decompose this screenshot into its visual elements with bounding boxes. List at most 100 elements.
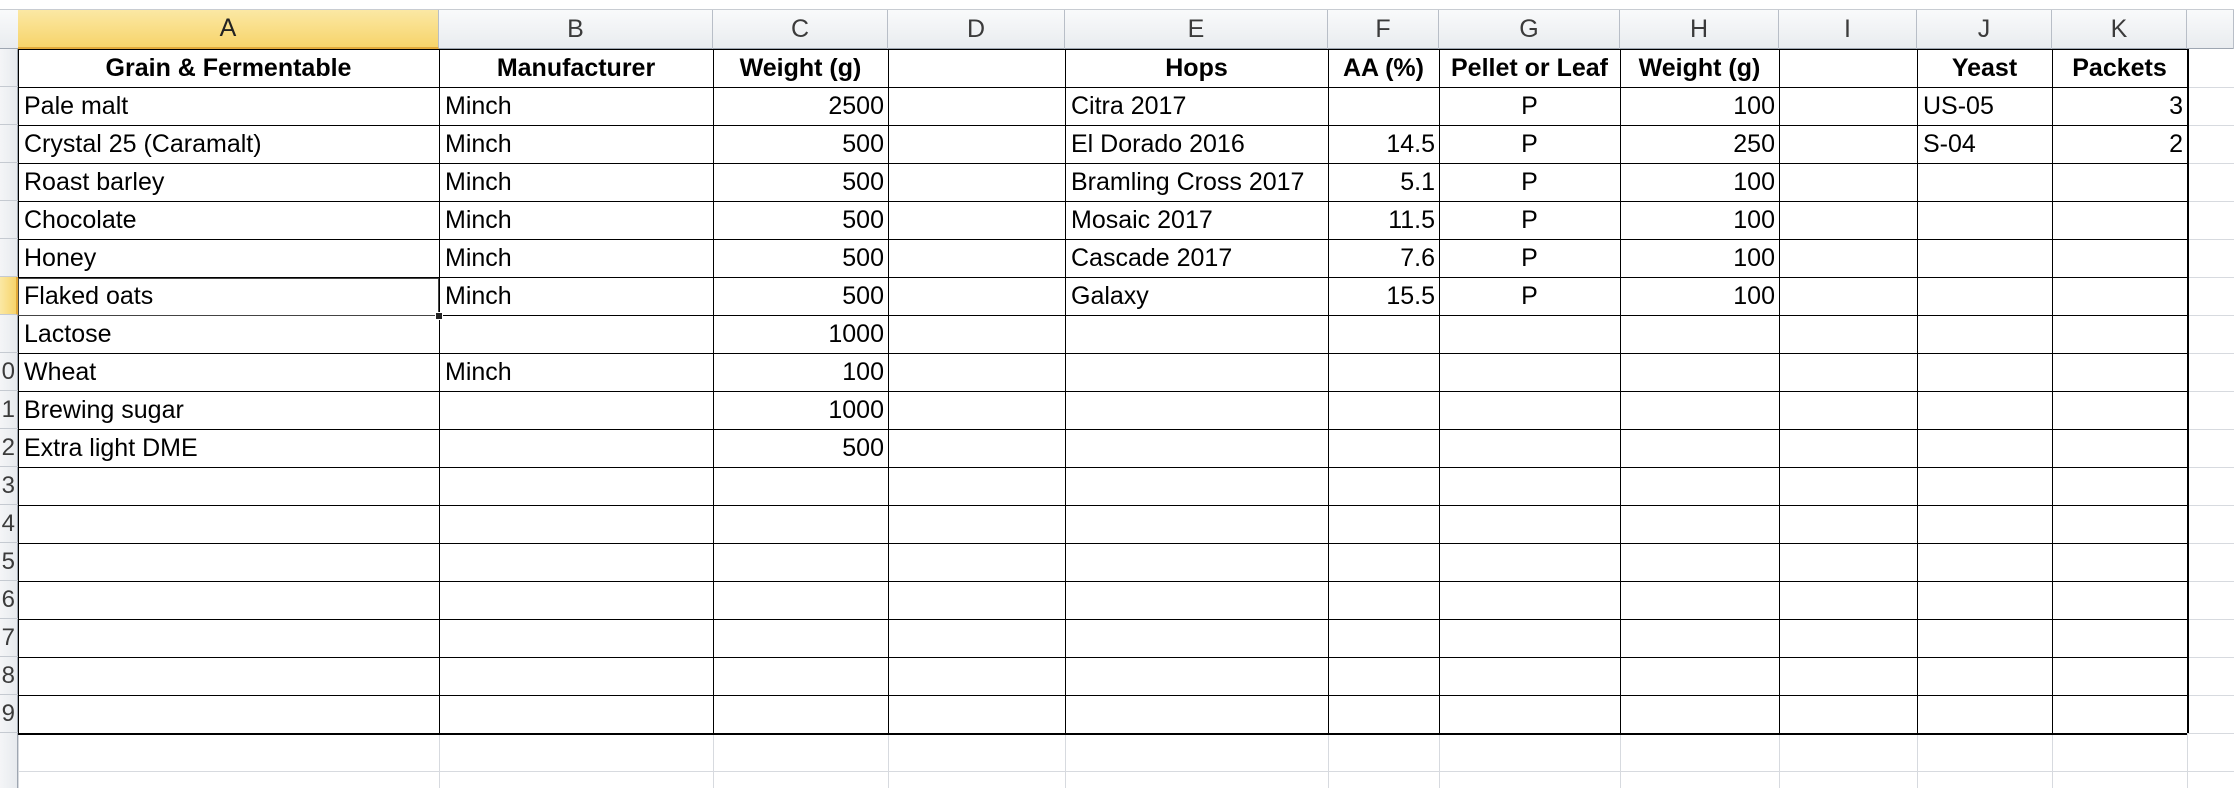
cell[interactable]	[1328, 581, 1439, 619]
cell[interactable]	[439, 505, 713, 543]
header-cell[interactable]	[888, 49, 1065, 87]
cell[interactable]	[888, 125, 1065, 163]
cell[interactable]: Mosaic 2017	[1065, 201, 1328, 239]
cell[interactable]	[1779, 619, 1917, 657]
cell[interactable]: Minch	[439, 353, 713, 391]
cell[interactable]	[18, 581, 439, 619]
header-cell[interactable]: Pellet or Leaf	[1439, 49, 1620, 87]
cell[interactable]: Minch	[439, 125, 713, 163]
cell[interactable]	[1779, 239, 1917, 277]
cell[interactable]	[2052, 163, 2187, 201]
cell[interactable]	[1620, 695, 1779, 733]
cell[interactable]	[1779, 505, 1917, 543]
cell[interactable]: Brewing sugar	[18, 391, 439, 429]
cell[interactable]: Extra light DME	[18, 429, 439, 467]
cell[interactable]	[713, 619, 888, 657]
cell[interactable]	[439, 391, 713, 429]
cell[interactable]	[2052, 467, 2187, 505]
cell[interactable]: Honey	[18, 239, 439, 277]
cell[interactable]	[1439, 581, 1620, 619]
cell[interactable]: S-04	[1917, 125, 2052, 163]
cell[interactable]: Minch	[439, 87, 713, 125]
cell[interactable]	[1065, 695, 1328, 733]
cell[interactable]: 100	[713, 353, 888, 391]
cell[interactable]	[1917, 201, 2052, 239]
cell[interactable]	[888, 543, 1065, 581]
cell[interactable]	[1328, 657, 1439, 695]
cell[interactable]: Wheat	[18, 353, 439, 391]
cell[interactable]	[439, 467, 713, 505]
cell[interactable]	[439, 619, 713, 657]
cell[interactable]	[1065, 543, 1328, 581]
header-cell[interactable]: Weight (g)	[1620, 49, 1779, 87]
cell[interactable]: 500	[713, 239, 888, 277]
cell[interactable]	[2052, 505, 2187, 543]
cell[interactable]: 500	[713, 125, 888, 163]
cell[interactable]	[439, 657, 713, 695]
cell[interactable]	[18, 505, 439, 543]
cell[interactable]	[888, 429, 1065, 467]
cell[interactable]	[1779, 695, 1917, 733]
cell[interactable]: 100	[1620, 277, 1779, 315]
cell[interactable]: Minch	[439, 163, 713, 201]
cell[interactable]	[1065, 429, 1328, 467]
active-cell-outline[interactable]	[18, 278, 439, 316]
cell[interactable]	[2052, 201, 2187, 239]
cell[interactable]	[1779, 429, 1917, 467]
cell[interactable]	[1328, 315, 1439, 353]
cell[interactable]	[1328, 619, 1439, 657]
cell[interactable]	[888, 353, 1065, 391]
cell[interactable]	[1779, 125, 1917, 163]
cell[interactable]	[2052, 277, 2187, 315]
cell[interactable]	[2052, 695, 2187, 733]
cell[interactable]	[1917, 315, 2052, 353]
cell[interactable]	[1439, 353, 1620, 391]
header-cell[interactable]: Yeast	[1917, 49, 2052, 87]
cell[interactable]: 5.1	[1328, 163, 1439, 201]
cell[interactable]	[1917, 581, 2052, 619]
cell[interactable]	[1779, 543, 1917, 581]
cell[interactable]	[439, 429, 713, 467]
cell[interactable]	[1779, 391, 1917, 429]
cell[interactable]	[713, 467, 888, 505]
cell[interactable]: 1000	[713, 391, 888, 429]
cell[interactable]	[1065, 315, 1328, 353]
cell[interactable]	[1620, 315, 1779, 353]
cell[interactable]	[1779, 87, 1917, 125]
cell[interactable]	[1065, 657, 1328, 695]
cell[interactable]: Bramling Cross 2017	[1065, 163, 1328, 201]
cell[interactable]: Minch	[439, 239, 713, 277]
cell[interactable]	[888, 505, 1065, 543]
cell[interactable]	[888, 619, 1065, 657]
header-cell[interactable]: Grain & Fermentable	[18, 49, 439, 87]
cell[interactable]	[1917, 353, 2052, 391]
cell[interactable]	[1065, 467, 1328, 505]
cell[interactable]	[2052, 315, 2187, 353]
cell[interactable]	[1779, 657, 1917, 695]
cell[interactable]: 2500	[713, 87, 888, 125]
cell[interactable]: 7.6	[1328, 239, 1439, 277]
cell[interactable]	[1917, 543, 2052, 581]
cell[interactable]	[2052, 429, 2187, 467]
cell[interactable]	[1779, 277, 1917, 315]
cell[interactable]: 11.5	[1328, 201, 1439, 239]
fill-handle[interactable]	[435, 312, 443, 320]
cell[interactable]	[888, 315, 1065, 353]
cell[interactable]	[1917, 239, 2052, 277]
cell[interactable]	[18, 695, 439, 733]
cell[interactable]: Crystal 25 (Caramalt)	[18, 125, 439, 163]
cell[interactable]	[1439, 619, 1620, 657]
cell[interactable]	[2052, 581, 2187, 619]
cell[interactable]	[1620, 353, 1779, 391]
cell[interactable]	[1439, 695, 1620, 733]
cell[interactable]: 100	[1620, 87, 1779, 125]
cell[interactable]	[1779, 163, 1917, 201]
cell[interactable]	[1065, 619, 1328, 657]
cell[interactable]	[1779, 581, 1917, 619]
cell[interactable]: 500	[713, 163, 888, 201]
cell[interactable]: P	[1439, 239, 1620, 277]
cell[interactable]	[2052, 543, 2187, 581]
cell[interactable]: El Dorado 2016	[1065, 125, 1328, 163]
cell[interactable]	[1620, 657, 1779, 695]
cell[interactable]	[18, 619, 439, 657]
